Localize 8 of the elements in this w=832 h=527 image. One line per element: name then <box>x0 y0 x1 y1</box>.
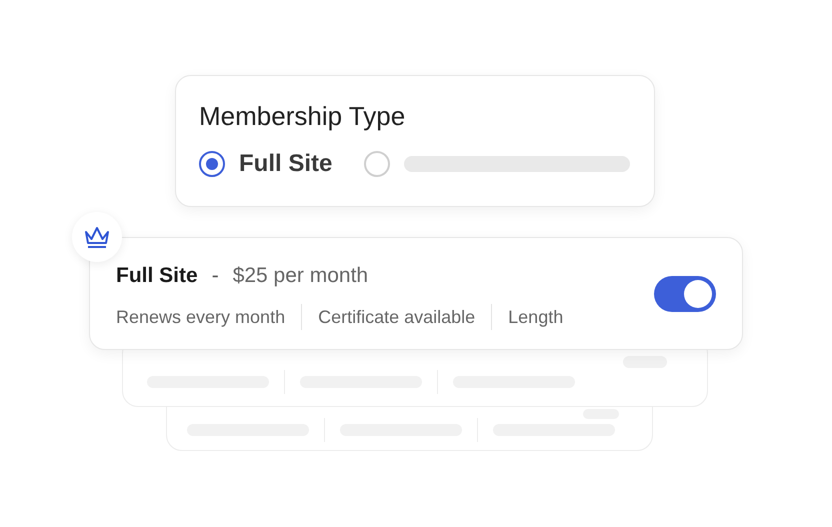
separator-dash: - <box>212 263 219 289</box>
feature-text: Certificate available <box>318 306 476 328</box>
plan-name: Full Site <box>116 263 198 289</box>
feature-text: Length <box>508 306 564 329</box>
card-title: Membership Type <box>199 100 406 132</box>
plan-price: $25 per month <box>232 263 368 289</box>
option-label: Full Site <box>239 149 332 179</box>
feature-text: Renews every month <box>116 306 286 329</box>
